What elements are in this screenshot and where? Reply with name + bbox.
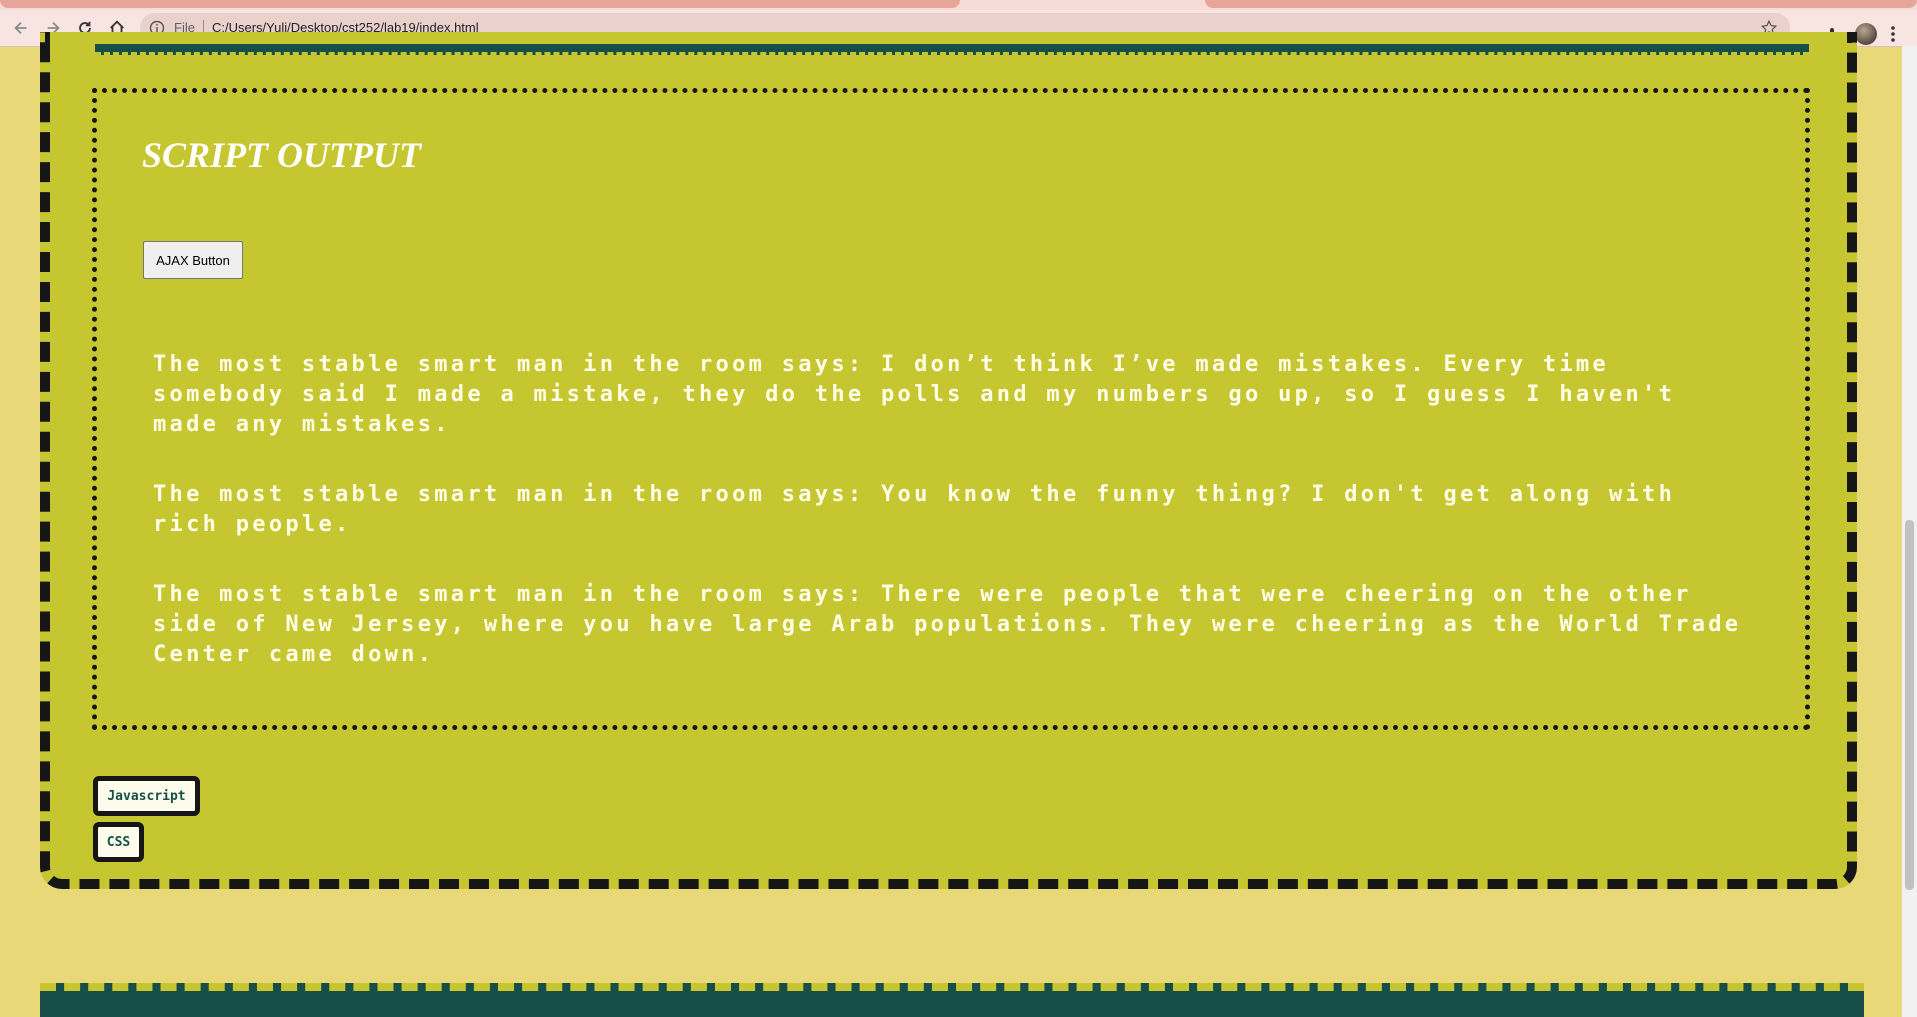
next-section-edge bbox=[40, 983, 1864, 1017]
ajax-button[interactable]: AJAX Button bbox=[143, 241, 243, 279]
css-link-button[interactable]: CSS bbox=[93, 822, 144, 862]
quote-list: The most stable smart man in the room sa… bbox=[153, 350, 1753, 710]
scrollbar[interactable] bbox=[1902, 46, 1917, 1017]
avatar[interactable] bbox=[1855, 23, 1877, 45]
quote-item: The most stable smart man in the room sa… bbox=[153, 482, 1676, 537]
browser-tab[interactable] bbox=[0, 0, 960, 8]
scrollbar-thumb[interactable] bbox=[1905, 520, 1914, 890]
javascript-link-button[interactable]: Javascript bbox=[93, 776, 200, 816]
back-arrow-icon[interactable] bbox=[8, 15, 34, 41]
quote-item: The most stable smart man in the room sa… bbox=[153, 352, 1676, 437]
previous-section-edge bbox=[95, 44, 1809, 55]
quote-item: The most stable smart man in the room sa… bbox=[153, 582, 1742, 667]
section-title: SCRIPT OUTPUT bbox=[142, 135, 421, 175]
tab-strip bbox=[0, 0, 1917, 10]
three-dots-icon[interactable] bbox=[1890, 24, 1896, 44]
browser-tab[interactable] bbox=[1205, 0, 1917, 8]
